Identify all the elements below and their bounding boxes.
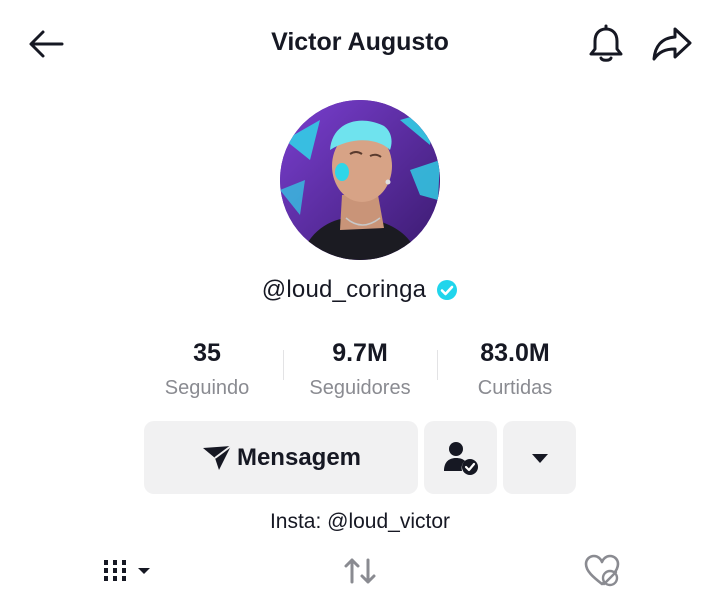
following-button[interactable] [424,421,497,494]
repost-icon [344,558,376,584]
send-plane-icon [202,444,232,470]
more-options-button[interactable] [503,421,576,494]
message-button-label: Mensagem [236,443,362,471]
notifications-button[interactable] [585,22,627,66]
stat-divider [283,350,284,380]
tab-videos[interactable] [96,552,156,590]
profile-tabs [0,548,720,593]
share-button[interactable] [650,24,694,64]
stat-following-value: 35 [193,339,221,367]
caret-down-icon [531,453,548,463]
stat-likes[interactable]: 83.0M Curtidas [435,338,595,400]
page-title: Victor Augusto [271,28,449,56]
tab-liked[interactable] [578,552,626,590]
bell-icon [589,24,623,62]
stat-followers-label: Seguidores [309,377,411,399]
grid-bars-icon [104,560,150,581]
share-arrow-icon [652,27,692,61]
message-button[interactable]: Mensagem [144,421,418,494]
arrow-left-icon [29,30,64,58]
profile-header: Victor Augusto [0,0,720,90]
avatar-image [280,100,440,260]
user-check-icon [443,441,478,475]
stat-followers-value: 9.7M [332,339,388,367]
avatar[interactable] [280,100,440,260]
stat-following-label: Seguindo [164,377,250,399]
verified-badge-icon [436,279,458,301]
stat-likes-label: Curtidas [477,377,553,399]
stat-followers[interactable]: 9.7M Seguidores [280,338,440,400]
back-button[interactable] [26,26,66,62]
stat-likes-value: 83.0M [480,339,550,367]
stat-following[interactable]: 35 Seguindo [127,338,287,400]
hidden-heart-icon [584,554,620,587]
tab-reposts[interactable] [336,552,384,590]
handle-row: @loud_coringa [0,276,720,304]
profile-handle: @loud_coringa [261,276,427,303]
profile-bio: Insta: @loud_victor [269,510,451,533]
stat-divider [437,350,438,380]
profile-stats: 35 Seguindo 9.7M Seguidores 83.0M Curtid… [0,338,720,408]
